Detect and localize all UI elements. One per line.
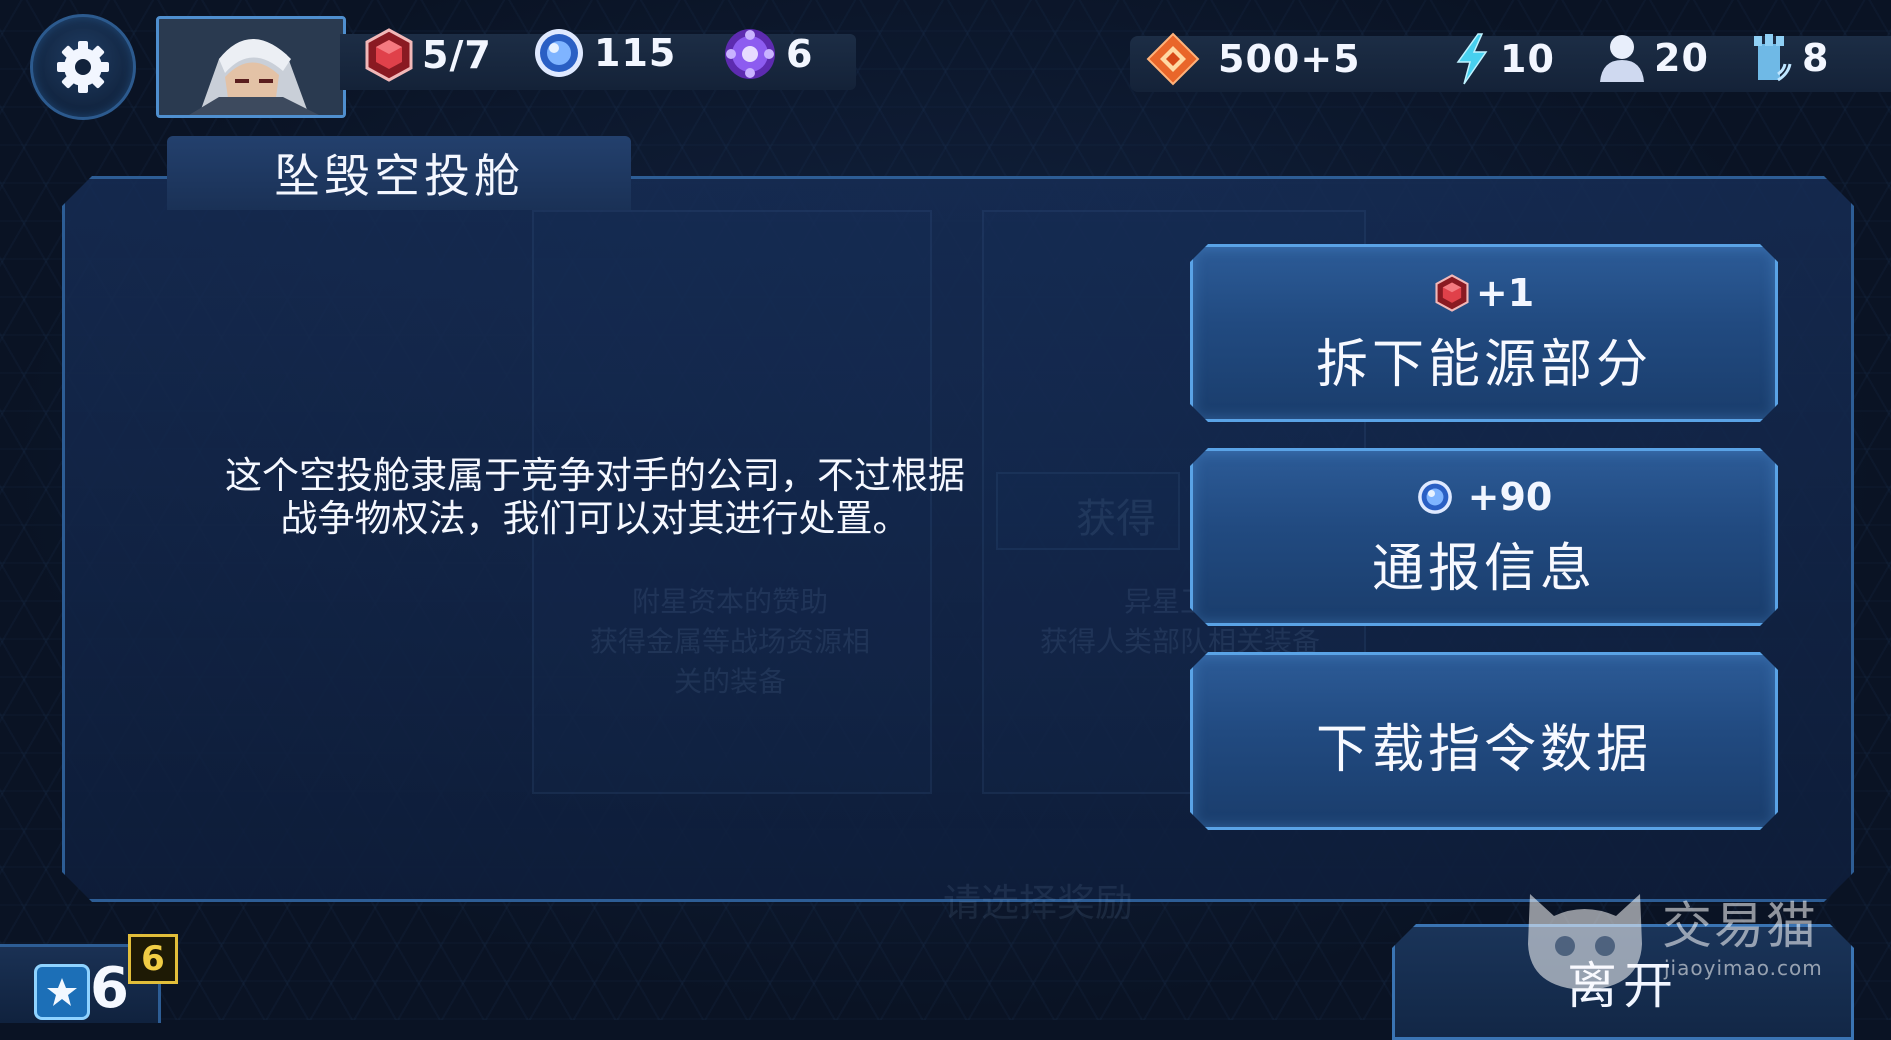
- ghost-left-text: 附星资本的赞助 获得金属等战场资源相 关的装备: [589, 585, 870, 698]
- choice-report-info[interactable]: +90 通报信息: [1190, 448, 1778, 626]
- choice-dismantle-energy[interactable]: +1 拆下能源部分: [1190, 244, 1778, 422]
- crystal-value: 6: [786, 32, 814, 76]
- choice-reward: +1: [1434, 270, 1534, 316]
- choice-reward: +90: [1416, 474, 1553, 520]
- crew-icon: [1600, 35, 1644, 82]
- choice-download-data[interactable]: 下载指令数据: [1190, 652, 1778, 830]
- credits-value: 500+5: [1218, 37, 1361, 81]
- credits-icon: [1146, 32, 1200, 86]
- captain-portrait: [159, 19, 343, 115]
- crystal-icon: [725, 29, 775, 79]
- choice-reward-value: +1: [1475, 270, 1535, 315]
- choice-label: 拆下能源部分: [1315, 334, 1652, 395]
- ghost-prompt: 请选择奖励: [942, 881, 1133, 925]
- crew-counter: 20: [1598, 32, 1709, 84]
- credits-counter: 500+5: [1146, 32, 1361, 86]
- level-notification-badge: 6: [128, 934, 178, 984]
- lightning-icon: [1456, 33, 1488, 85]
- choice-reward-value: +90: [1467, 474, 1553, 519]
- signal-tower-icon: [1754, 34, 1792, 82]
- choice-label: 通报信息: [1371, 538, 1596, 599]
- power-cell-counter: 5/7: [364, 28, 492, 82]
- star-icon: [47, 978, 77, 1006]
- power-cell-icon: [365, 28, 413, 82]
- energy-orb-icon: [1416, 478, 1454, 516]
- energy-orb-icon: [535, 29, 583, 77]
- sector-level-value: 6: [90, 956, 129, 1021]
- power-cell-value: 5/7: [422, 33, 492, 77]
- watermark-brand: 交易猫: [1662, 897, 1818, 955]
- crystal-counter: 6: [722, 26, 813, 82]
- energy-value: 10: [1500, 37, 1555, 81]
- watermark-url: jiaoyimao.com: [1664, 956, 1823, 980]
- gear-icon: [57, 41, 109, 93]
- captain-avatar[interactable]: [156, 16, 346, 118]
- choice-label: 下载指令数据: [1315, 719, 1652, 780]
- energy-orb-value: 115: [594, 31, 677, 75]
- power-cell-icon: [1434, 274, 1470, 312]
- energy-counter: 10: [1452, 32, 1555, 86]
- event-description: 这个空投舱隶属于竞争对手的公司，不过根据战争物权法，我们可以对其进行处置。: [225, 454, 965, 540]
- energy-orb-counter: 115: [532, 26, 676, 80]
- level-star-badge: [34, 964, 90, 1020]
- cat-logo-icon: [1528, 894, 1642, 990]
- signal-value: 8: [1802, 36, 1830, 80]
- settings-button[interactable]: [30, 14, 136, 120]
- signal-counter: 8: [1748, 30, 1829, 86]
- event-title: 坠毁空投舱: [167, 136, 631, 210]
- watermark: 交易猫 jiaoyimao.com: [1520, 884, 1840, 990]
- ghost-tag-text: 获得: [1076, 496, 1156, 542]
- crew-value: 20: [1654, 36, 1709, 80]
